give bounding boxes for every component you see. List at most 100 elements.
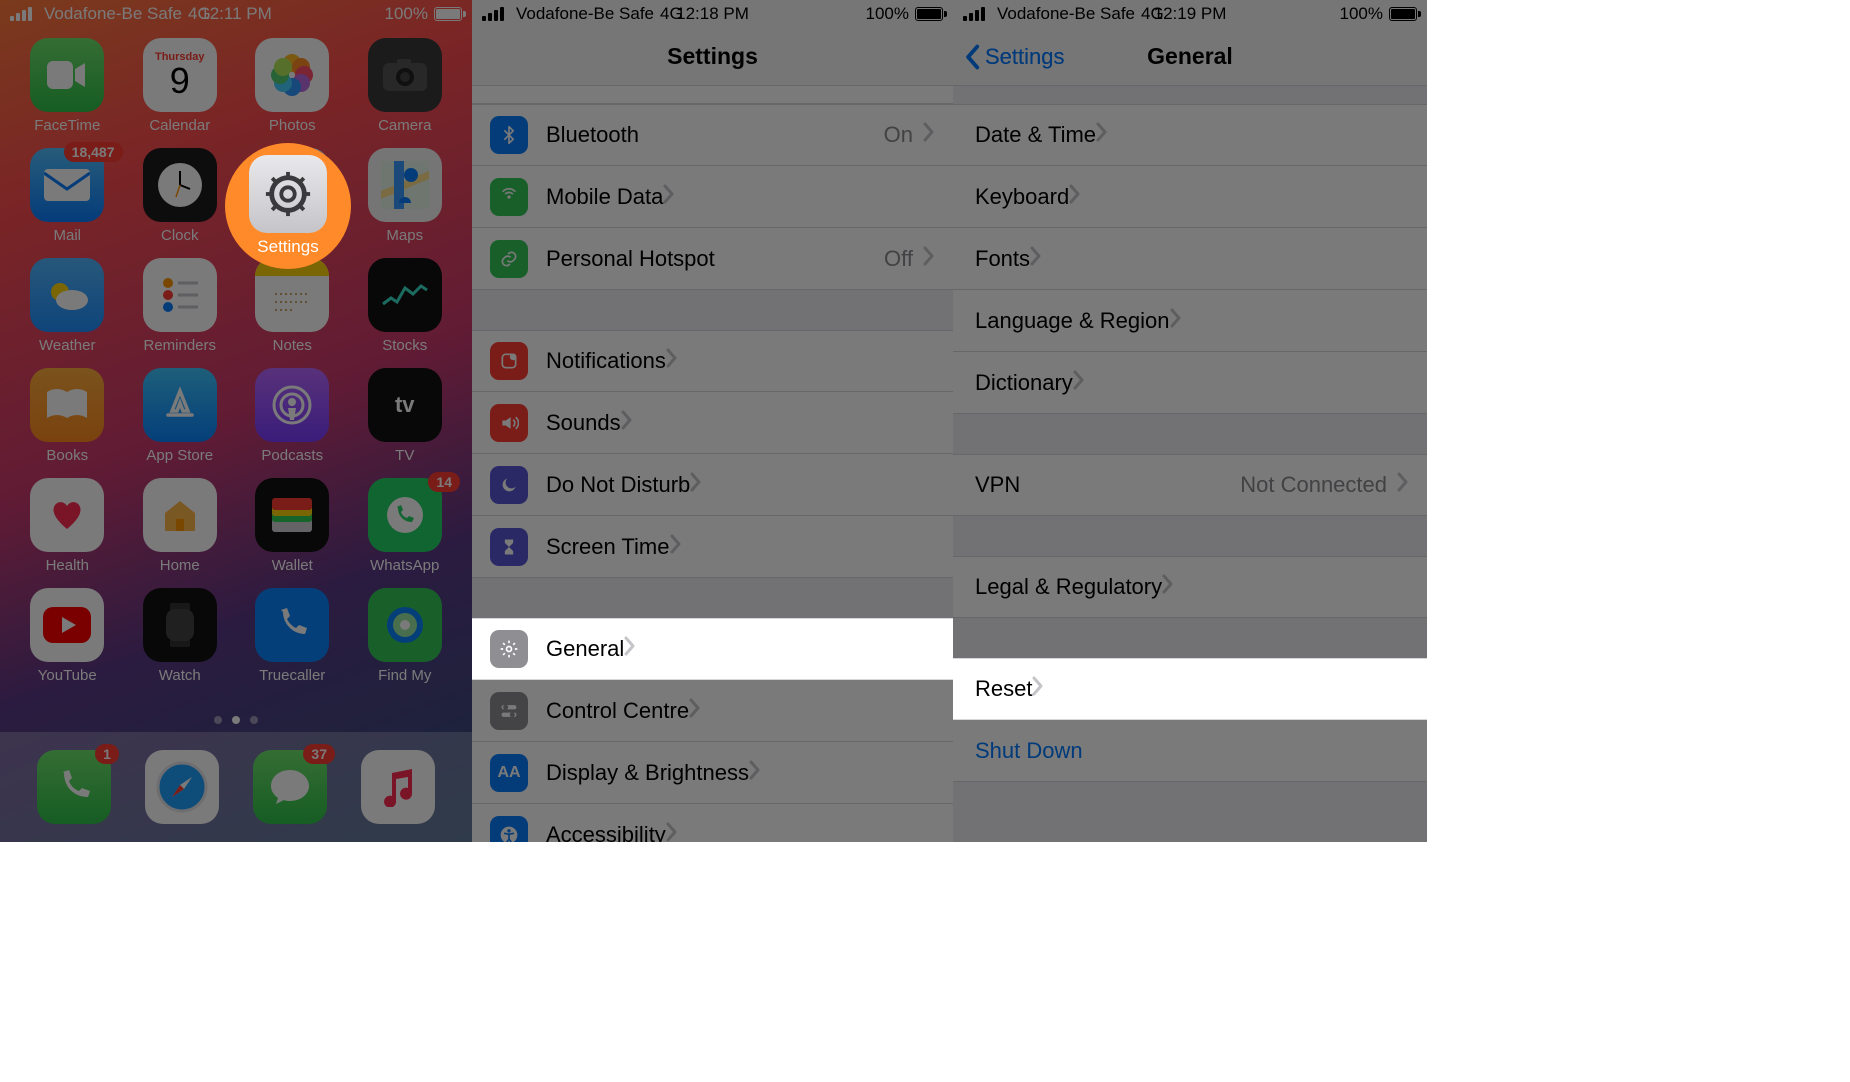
home-dock: 1 37 [0, 732, 472, 842]
wallet-icon [255, 478, 329, 552]
settings-highlight[interactable]: Settings [225, 143, 351, 269]
row-label: Fonts [975, 246, 1030, 272]
app-findmy[interactable]: Find My [358, 588, 453, 684]
app-label: Maps [386, 227, 423, 244]
general-row-date-time[interactable]: Date & Time [953, 104, 1427, 166]
facetime-icon [30, 38, 104, 112]
app-tv[interactable]: tvTV [358, 368, 453, 464]
app-notes[interactable]: Notes [245, 258, 340, 354]
app-youtube[interactable]: YouTube [20, 588, 115, 684]
app-label: Truecaller [259, 667, 325, 684]
chevron-right-icon [1170, 308, 1182, 334]
app-home[interactable]: Home [133, 478, 228, 574]
gear-icon [264, 170, 312, 218]
app-wallet[interactable]: Wallet [245, 478, 340, 574]
page-dots[interactable] [0, 716, 472, 724]
speaker-icon [490, 404, 528, 442]
music-icon [361, 750, 435, 824]
app-books[interactable]: Books [20, 368, 115, 464]
row-label: Language & Region [975, 308, 1170, 334]
nav-header: Settings General [953, 28, 1427, 86]
row-label: Do Not Disturb [546, 472, 690, 498]
chevron-left-icon [963, 44, 981, 70]
app-music[interactable] [361, 750, 435, 824]
app-camera[interactable]: Camera [358, 38, 453, 134]
chevron-right-icon [1032, 676, 1044, 702]
app-phone[interactable]: 1 [37, 750, 111, 824]
general-row-language-region[interactable]: Language & Region [953, 290, 1427, 352]
reminders-icon [143, 258, 217, 332]
general-row-dictionary[interactable]: Dictionary [953, 352, 1427, 414]
signal-icon [482, 7, 504, 21]
settings-row-do-not-disturb[interactable]: Do Not Disturb [472, 454, 953, 516]
row-label: Sounds [546, 410, 621, 436]
app-stocks[interactable]: Stocks [358, 258, 453, 354]
books-icon [30, 368, 104, 442]
findmy-icon [368, 588, 442, 662]
settings-row-screen-time[interactable]: Screen Time [472, 516, 953, 578]
general-row-fonts[interactable]: Fonts [953, 228, 1427, 290]
app-appstore[interactable]: App Store [133, 368, 228, 464]
app-clock[interactable]: Clock [133, 148, 228, 244]
nav-title: Settings [667, 43, 758, 70]
general-row-legal-regulatory[interactable]: Legal & Regulatory [953, 556, 1427, 618]
settings-row-general[interactable]: General [472, 618, 953, 680]
safari-icon [145, 750, 219, 824]
battery-pct: 100% [385, 4, 428, 24]
settings-row-notifications[interactable]: Notifications [472, 330, 953, 392]
general-row-shut-down[interactable]: Shut Down [953, 720, 1427, 782]
app-whatsapp[interactable]: 14WhatsApp [358, 478, 453, 574]
settings-row-bluetooth[interactable]: BluetoothOn [472, 104, 953, 166]
battery-icon [915, 7, 943, 21]
phone-home-screen: Vodafone-Be Safe 4G 12:11 PM 100% FaceTi… [0, 0, 472, 842]
home-icon [143, 478, 217, 552]
general-row-vpn[interactable]: VPN Not Connected [953, 454, 1427, 516]
hourglass-icon [490, 528, 528, 566]
general-row-keyboard[interactable]: Keyboard [953, 166, 1427, 228]
app-weather[interactable]: Weather [20, 258, 115, 354]
settings-row-control-centre[interactable]: Control Centre [472, 680, 953, 742]
status-bar: Vodafone-Be Safe 4G 12:18 PM 100% [472, 0, 953, 28]
app-label: Watch [159, 667, 201, 684]
settings-list[interactable]: BluetoothOn Mobile Data Personal HotspotOf… [472, 86, 953, 842]
app-maps[interactable]: Maps [358, 148, 453, 244]
settings-row-personal-hotspot[interactable]: Personal HotspotOff [472, 228, 953, 290]
nav-back-label: Settings [985, 44, 1065, 70]
app-safari[interactable] [145, 750, 219, 824]
app-reminders[interactable]: Reminders [133, 258, 228, 354]
app-label: Wallet [272, 557, 313, 574]
app-truecaller[interactable]: Truecaller [245, 588, 340, 684]
row-label: VPN [975, 472, 1020, 498]
app-health[interactable]: Health [20, 478, 115, 574]
row-value: Not Connected [1240, 472, 1387, 498]
nav-header: Settings [472, 28, 953, 86]
nav-back-button[interactable]: Settings [963, 44, 1065, 70]
general-row-reset[interactable]: Reset [953, 658, 1427, 720]
calendar-icon: Thursday9 [143, 38, 217, 112]
settings-row-accessibility[interactable]: Accessibility [472, 804, 953, 842]
settings-row-sounds[interactable]: Sounds [472, 392, 953, 454]
row-label: Screen Time [546, 534, 670, 560]
app-messages[interactable]: 37 [253, 750, 327, 824]
settings-row-display-brightness[interactable]: AADisplay & Brightness [472, 742, 953, 804]
row-label: Keyboard [975, 184, 1069, 210]
clock-icon [143, 148, 217, 222]
general-list[interactable]: Date & Time Keyboard Fonts Language & Regio… [953, 86, 1427, 842]
app-podcasts[interactable]: Podcasts [245, 368, 340, 464]
chevron-right-icon [1397, 472, 1409, 498]
chevron-right-icon [666, 348, 678, 374]
app-facetime[interactable]: FaceTime [20, 38, 115, 134]
settings-icon [249, 155, 327, 233]
clock-label: 12:18 PM [676, 4, 749, 24]
row-label: Legal & Regulatory [975, 574, 1162, 600]
row-value: Off [884, 246, 913, 272]
row-label: General [546, 636, 624, 662]
app-photos[interactable]: Photos [245, 38, 340, 134]
app-label: Camera [378, 117, 431, 134]
moon-icon [490, 466, 528, 504]
settings-row-mobile-data[interactable]: Mobile Data [472, 166, 953, 228]
app-mail[interactable]: 18,487Mail [20, 148, 115, 244]
app-calendar[interactable]: Thursday9Calendar [133, 38, 228, 134]
app-watch[interactable]: Watch [133, 588, 228, 684]
row-label: Mobile Data [546, 184, 663, 210]
